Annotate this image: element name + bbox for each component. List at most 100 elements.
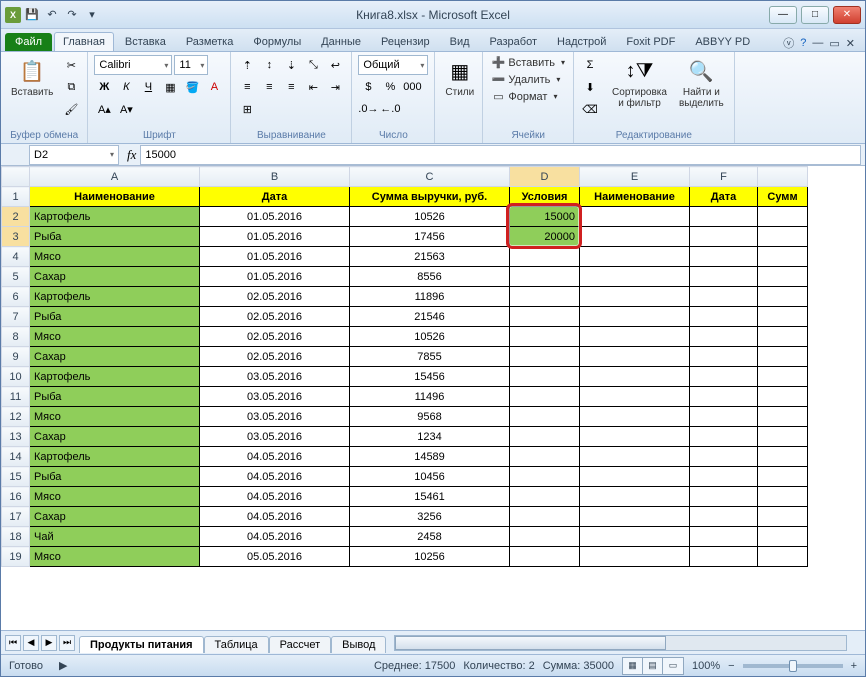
row-head-15[interactable]: 15 — [2, 467, 30, 487]
increase-indent-icon[interactable]: ⇥ — [325, 77, 345, 97]
cell-f6[interactable] — [690, 287, 758, 307]
cell-c3[interactable]: 17456 — [350, 227, 510, 247]
cell-g4[interactable] — [758, 247, 808, 267]
italic-button[interactable]: К — [116, 77, 136, 97]
styles-button[interactable]: ▦ Стили — [441, 55, 478, 100]
cell-b5[interactable]: 01.05.2016 — [200, 267, 350, 287]
cell-a4[interactable]: Мясо — [30, 247, 200, 267]
decrease-indent-icon[interactable]: ⇤ — [303, 77, 323, 97]
ribbon-minimize-icon[interactable]: ⓥ — [783, 35, 794, 51]
tab-review[interactable]: Рецензир — [372, 32, 439, 51]
cell-d13[interactable] — [510, 427, 580, 447]
cell-b6[interactable]: 02.05.2016 — [200, 287, 350, 307]
cell-e3[interactable] — [580, 227, 690, 247]
cell-d12[interactable] — [510, 407, 580, 427]
cell-e10[interactable] — [580, 367, 690, 387]
align-bottom-icon[interactable]: ⇣ — [281, 55, 301, 75]
cell-d8[interactable] — [510, 327, 580, 347]
font-name-combo[interactable]: Calibri — [94, 55, 172, 75]
decrease-decimal-icon[interactable]: ←.0 — [380, 99, 400, 119]
cell-f18[interactable] — [690, 527, 758, 547]
cell-a8[interactable]: Мясо — [30, 327, 200, 347]
find-select-button[interactable]: 🔍 Найти и выделить — [675, 55, 728, 111]
cell-e4[interactable] — [580, 247, 690, 267]
align-middle-icon[interactable]: ↕ — [259, 55, 279, 75]
undo-icon[interactable]: ↶ — [43, 6, 61, 24]
close-button[interactable]: ✕ — [833, 6, 861, 24]
cell-e5[interactable] — [580, 267, 690, 287]
cell-a12[interactable]: Мясо — [30, 407, 200, 427]
cell-e18[interactable] — [580, 527, 690, 547]
cell-g8[interactable] — [758, 327, 808, 347]
cell-e6[interactable] — [580, 287, 690, 307]
cell-b16[interactable]: 04.05.2016 — [200, 487, 350, 507]
cell-b10[interactable]: 03.05.2016 — [200, 367, 350, 387]
formula-input[interactable]: 15000 — [140, 145, 861, 165]
delete-cells-button[interactable]: ➖Удалить▾ — [489, 72, 567, 87]
decrease-font-icon[interactable]: A▾ — [116, 99, 136, 119]
cell-e8[interactable] — [580, 327, 690, 347]
cell-f8[interactable] — [690, 327, 758, 347]
row-head-2[interactable]: 2 — [2, 207, 30, 227]
cell-g13[interactable] — [758, 427, 808, 447]
align-top-icon[interactable]: ⇡ — [237, 55, 257, 75]
cell-g11[interactable] — [758, 387, 808, 407]
cell-f5[interactable] — [690, 267, 758, 287]
cell-g16[interactable] — [758, 487, 808, 507]
cell-a7[interactable]: Рыба — [30, 307, 200, 327]
cell-a13[interactable]: Сахар — [30, 427, 200, 447]
cell-b14[interactable]: 04.05.2016 — [200, 447, 350, 467]
cell-c7[interactable]: 21546 — [350, 307, 510, 327]
tab-layout[interactable]: Разметка — [177, 32, 243, 51]
number-format-combo[interactable]: Общий — [358, 55, 428, 75]
cell-d16[interactable] — [510, 487, 580, 507]
zoom-out-icon[interactable]: − — [728, 660, 734, 672]
row-head-12[interactable]: 12 — [2, 407, 30, 427]
cell-g12[interactable] — [758, 407, 808, 427]
row-head-13[interactable]: 13 — [2, 427, 30, 447]
border-button[interactable]: ▦ — [160, 77, 180, 97]
percent-icon[interactable]: % — [380, 77, 400, 97]
row-head-1[interactable]: 1 — [2, 187, 30, 207]
select-all-corner[interactable] — [2, 167, 30, 187]
underline-button[interactable]: Ч — [138, 77, 158, 97]
cell-b19[interactable]: 05.05.2016 — [200, 547, 350, 567]
cell-e13[interactable] — [580, 427, 690, 447]
cell-d7[interactable] — [510, 307, 580, 327]
sheet-first-icon[interactable]: ⏮ — [5, 635, 21, 651]
cell-e2[interactable] — [580, 207, 690, 227]
col-head-E[interactable]: E — [580, 167, 690, 187]
cell-d15[interactable] — [510, 467, 580, 487]
view-normal-icon[interactable]: ▦ — [623, 658, 643, 674]
cell-d17[interactable] — [510, 507, 580, 527]
cell-d5[interactable] — [510, 267, 580, 287]
zoom-thumb[interactable] — [789, 660, 797, 672]
cell-d18[interactable] — [510, 527, 580, 547]
cell-e12[interactable] — [580, 407, 690, 427]
header-cell[interactable]: Дата — [200, 187, 350, 207]
help-icon[interactable]: ? — [800, 37, 806, 49]
cell-e7[interactable] — [580, 307, 690, 327]
row-head-4[interactable]: 4 — [2, 247, 30, 267]
minimize-button[interactable]: — — [769, 6, 797, 24]
row-head-11[interactable]: 11 — [2, 387, 30, 407]
redo-icon[interactable]: ↷ — [63, 6, 81, 24]
row-head-3[interactable]: 3 — [2, 227, 30, 247]
row-head-14[interactable]: 14 — [2, 447, 30, 467]
view-pagebreak-icon[interactable]: ▭ — [663, 658, 683, 674]
copy-icon[interactable]: ⧉ — [61, 77, 81, 97]
status-macro-icon[interactable]: ▶ — [59, 659, 67, 672]
cell-f2[interactable] — [690, 207, 758, 227]
cell-f13[interactable] — [690, 427, 758, 447]
insert-cells-button[interactable]: ➕Вставить▾ — [489, 55, 567, 70]
sheet-tab-4[interactable]: Вывод — [331, 636, 386, 653]
zoom-in-icon[interactable]: + — [851, 660, 857, 672]
cell-f19[interactable] — [690, 547, 758, 567]
align-left-icon[interactable]: ≡ — [237, 77, 257, 97]
header-cell[interactable]: Дата — [690, 187, 758, 207]
cell-g5[interactable] — [758, 267, 808, 287]
cell-b7[interactable]: 02.05.2016 — [200, 307, 350, 327]
tab-foxit[interactable]: Foxit PDF — [617, 32, 684, 51]
cell-c16[interactable]: 15461 — [350, 487, 510, 507]
cell-c10[interactable]: 15456 — [350, 367, 510, 387]
